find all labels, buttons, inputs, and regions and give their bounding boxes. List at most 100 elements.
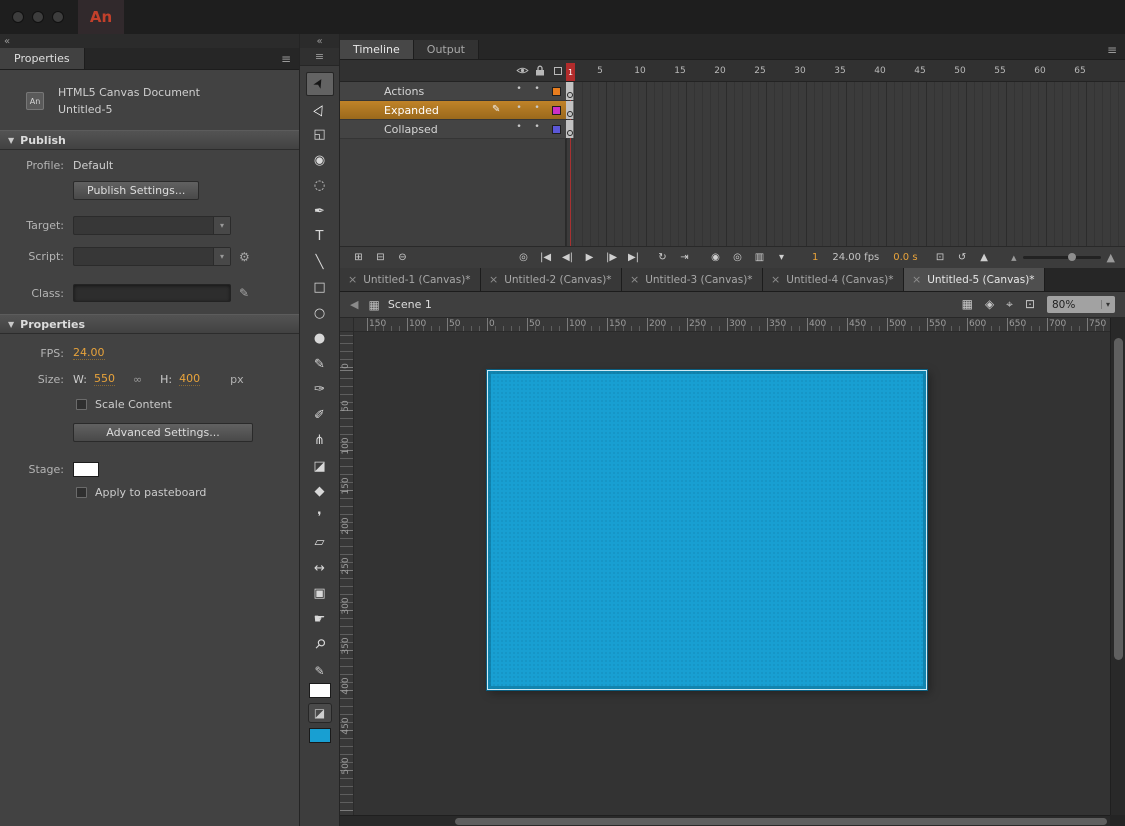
frame-header[interactable]: 1 5101520253035404550556065 (340, 60, 1125, 82)
keyframe-cell[interactable] (566, 120, 574, 138)
stroke-color-swatch[interactable] (309, 683, 331, 698)
play-button[interactable]: ▶ (581, 252, 598, 263)
eyedropper-tool[interactable]: ❜ (306, 505, 334, 529)
rectangle-tool[interactable]: □ (306, 276, 334, 300)
go-last-frame-button[interactable]: ▶| (625, 252, 642, 263)
tab-output[interactable]: Output (414, 40, 479, 59)
timeline-zoom-in-icon[interactable]: ▲ (1107, 251, 1115, 264)
close-tab-icon[interactable]: × (489, 273, 498, 286)
close-tab-icon[interactable]: × (771, 273, 780, 286)
gradient-transform-tool[interactable]: ◉ (306, 148, 334, 172)
timeline-zoom-slider[interactable] (1023, 256, 1101, 259)
edit-class-icon[interactable]: ✎ (239, 286, 249, 300)
back-arrow-icon[interactable]: ◀ (350, 298, 358, 311)
edit-multiple-frames-button[interactable]: ▥ (751, 252, 768, 263)
properties-section-header[interactable]: ▼ Properties (0, 314, 299, 334)
document-tab[interactable]: ×Untitled-5 (Canvas)* (904, 268, 1045, 291)
clip-content-button[interactable]: ⊡ (1025, 297, 1035, 312)
frame-view-button[interactable]: ⊡ (932, 252, 949, 263)
hand-tool[interactable]: ☛ (306, 607, 334, 631)
new-folder-button[interactable]: ⊟ (372, 252, 389, 263)
show-hide-all-layers-icon[interactable] (514, 65, 530, 78)
apply-pasteboard-checkbox[interactable] (76, 487, 87, 498)
document-tab[interactable]: ×Untitled-4 (Canvas)* (763, 268, 904, 291)
script-select[interactable]: ▾ (73, 247, 231, 266)
vertical-ruler[interactable]: 50050100150200250300350400450500 (340, 332, 354, 815)
horizontal-ruler[interactable]: 1501005005010015020025030035040045050055… (354, 318, 1110, 332)
bone-tool[interactable]: ⋔ (306, 429, 334, 453)
fps-value[interactable]: 24.00 (73, 346, 105, 360)
properties-panel-menu-icon[interactable]: ≡ (281, 52, 291, 66)
lock-unlock-all-layers-icon[interactable] (532, 65, 548, 79)
subselection-tool[interactable]: ▷ (306, 97, 334, 121)
scale-content-checkbox[interactable] (76, 399, 87, 410)
tab-timeline[interactable]: Timeline (340, 40, 414, 59)
center-frame-button[interactable]: ◎ (515, 252, 532, 263)
publish-settings-button[interactable]: Publish Settings... (73, 181, 199, 200)
step-back-button[interactable]: ◀| (559, 252, 576, 263)
window-minimize-button[interactable] (32, 11, 44, 23)
link-dimensions-icon[interactable]: ∞ (133, 373, 142, 386)
close-tab-icon[interactable]: × (912, 273, 921, 286)
close-tab-icon[interactable]: × (348, 273, 357, 286)
go-first-frame-button[interactable]: |◀ (537, 252, 554, 263)
eraser-tool[interactable]: ▱ (306, 531, 334, 555)
tab-properties[interactable]: Properties (0, 48, 85, 69)
publish-section-header[interactable]: ▼ Publish (0, 130, 299, 150)
layer-color-swatch[interactable] (552, 106, 561, 115)
center-stage-button[interactable]: ⌖ (1006, 297, 1013, 312)
pen-tool[interactable]: ✒ (306, 199, 334, 223)
reset-timeline-button[interactable]: ↺ (954, 252, 971, 263)
step-forward-button[interactable]: |▶ (603, 252, 620, 263)
frame-rate-value[interactable]: 24.00 fps (832, 252, 879, 263)
text-tool[interactable]: T (306, 225, 334, 249)
onion-skin-button[interactable]: ◉ (707, 252, 724, 263)
pencil-tool[interactable]: ✎ (306, 352, 334, 376)
ink-bottle-tool[interactable]: ◆ (306, 480, 334, 504)
layer-row[interactable]: Expanded✎•• (340, 101, 1125, 120)
free-transform-tool[interactable]: ◱ (306, 123, 334, 147)
layer-color-swatch[interactable] (552, 125, 561, 134)
collapse-timeline-button[interactable]: ▲ (976, 252, 993, 263)
camera-tool[interactable]: ▣ (306, 582, 334, 606)
layer-lock-dot[interactable]: • (532, 84, 542, 94)
oval-tool[interactable]: ○ (306, 301, 334, 325)
document-tab[interactable]: ×Untitled-2 (Canvas)* (481, 268, 622, 291)
paint-brush-tool[interactable]: ✐ (306, 403, 334, 427)
layer-color-swatch[interactable] (552, 87, 561, 96)
stage-zoom-select[interactable]: 80% ▾ (1047, 296, 1115, 313)
stage-canvas[interactable] (487, 370, 927, 690)
selection-tool[interactable]: ➤ (306, 72, 334, 96)
advanced-settings-button[interactable]: Advanced Settings... (73, 423, 253, 442)
loop-range-button[interactable]: ⇥ (676, 252, 693, 263)
zoom-tool[interactable]: ⚲ (306, 633, 334, 657)
fill-color-icon[interactable]: ◪ (308, 703, 332, 723)
playhead[interactable]: 1 (566, 63, 575, 81)
close-tab-icon[interactable]: × (630, 273, 639, 286)
collapse-toolbar-icon[interactable]: « (316, 36, 322, 47)
onion-skin-outlines-button[interactable]: ◎ (729, 252, 746, 263)
window-close-button[interactable] (12, 11, 24, 23)
vertical-scrollbar-thumb[interactable] (1114, 338, 1123, 660)
horizontal-scrollbar-thumb[interactable] (455, 818, 1107, 825)
class-input[interactable] (73, 284, 231, 302)
width-value[interactable]: 550 (94, 372, 115, 386)
edit-symbols-button[interactable]: ◈ (985, 297, 994, 312)
height-value[interactable]: 400 (179, 372, 200, 386)
paint-bucket-tool[interactable]: ◪ (306, 454, 334, 478)
current-frame-value[interactable]: 1 (812, 252, 818, 263)
fill-color-swatch[interactable] (309, 728, 331, 743)
layer-lock-dot[interactable]: • (532, 103, 542, 113)
layer-visibility-dot[interactable]: • (514, 84, 524, 94)
new-layer-button[interactable]: ⊞ (350, 252, 367, 263)
keyframe-cell[interactable] (566, 82, 574, 100)
keyframe-cell[interactable] (566, 101, 574, 119)
layer-visibility-dot[interactable]: • (514, 103, 524, 113)
edit-scene-button[interactable]: ▦ (962, 297, 973, 312)
lasso-tool[interactable]: ◌ (306, 174, 334, 198)
collapse-properties-panel-icon[interactable]: « (4, 36, 10, 47)
brush-tool[interactable]: ✑ (306, 378, 334, 402)
scene-breadcrumb[interactable]: Scene 1 (388, 298, 432, 311)
timeline-panel-menu-icon[interactable]: ≡ (1107, 43, 1117, 57)
loop-button[interactable]: ↻ (654, 252, 671, 263)
